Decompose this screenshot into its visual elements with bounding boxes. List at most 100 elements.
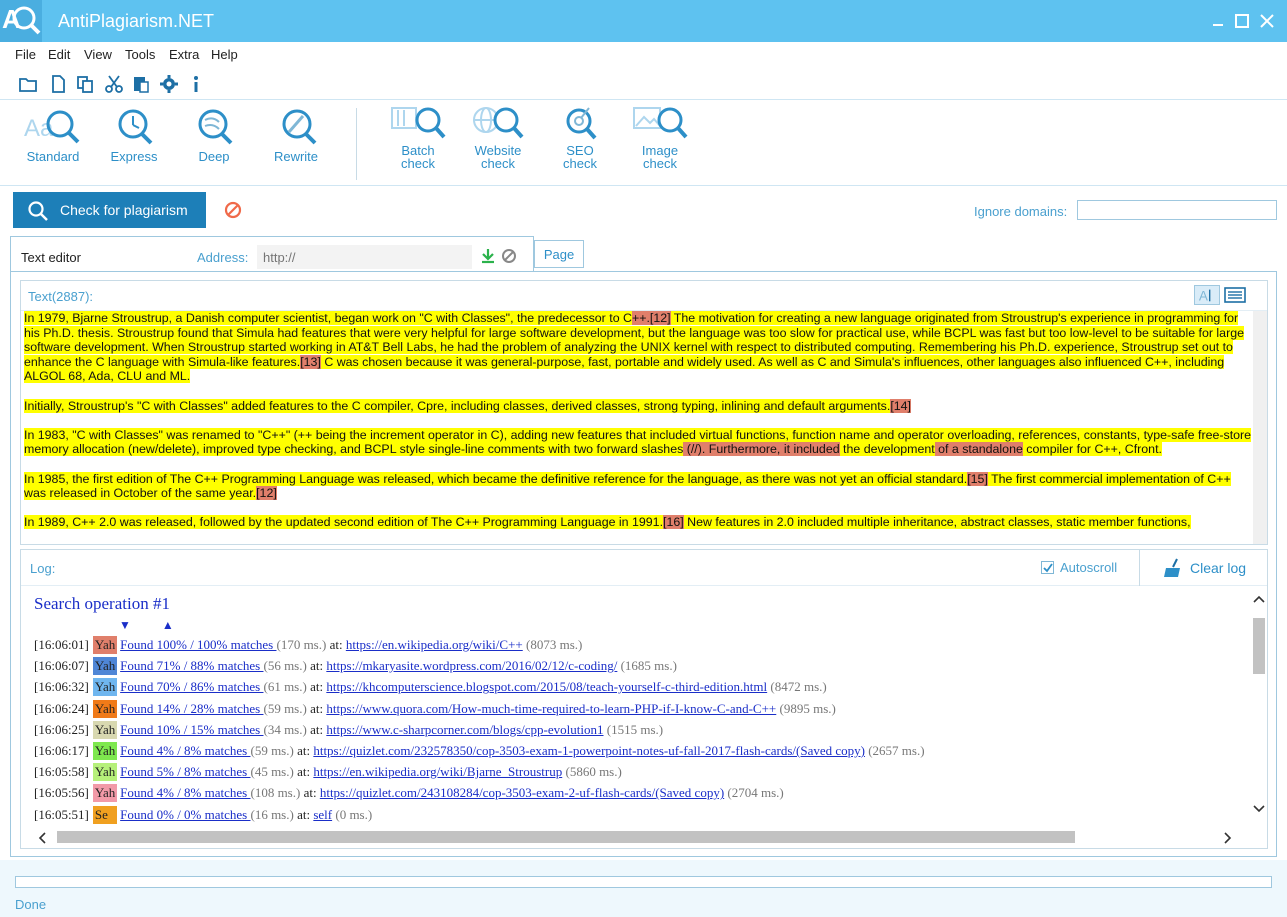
log-header: Log: Autoscroll Clear log xyxy=(21,550,1267,586)
editor-text[interactable]: In 1979, Bjarne Stroustrup, a Danish com… xyxy=(24,311,1252,544)
match-result-link[interactable]: Found 70% / 86% matches xyxy=(120,679,263,694)
match-result-link[interactable]: Found 14% / 28% matches xyxy=(120,701,263,716)
website-label-2: check xyxy=(481,156,515,171)
editor-paragraph: In 1983, "C with Classes" was renamed to… xyxy=(24,427,1252,457)
log-row: [16:06:25] Yah Found 10% / 15% matches (3… xyxy=(34,720,663,741)
open-folder-icon[interactable] xyxy=(18,74,38,94)
stop-icon[interactable] xyxy=(224,201,242,219)
highlighted-text-segment: compiler for C++, Cfront. xyxy=(1022,442,1162,457)
text-view-icon[interactable]: A xyxy=(1194,285,1220,305)
log-row: [16:06:17] Yah Found 4% / 8% matches (59 … xyxy=(34,742,925,762)
scroll-down-icon[interactable] xyxy=(1253,804,1265,814)
maximize-icon[interactable] xyxy=(1233,12,1251,30)
text-editor: Text(2887): A In 1979, Bjarne Stroustrup… xyxy=(20,280,1268,545)
matched-text-segment: [14] xyxy=(890,398,911,413)
at-label: at: xyxy=(306,721,327,737)
batch-check-icon xyxy=(391,107,446,139)
source-url-link[interactable]: https://www.quora.com/How-much-time-requ… xyxy=(326,701,776,716)
log-row: [16:06:01] Yah Found 100% / 100% matches … xyxy=(34,636,582,656)
source-url-link[interactable]: https://en.wikipedia.org/wiki/Bjarne_Str… xyxy=(313,764,562,779)
at-label: at: xyxy=(293,806,314,822)
download-duration: (1685 ms.) xyxy=(620,658,677,674)
log-horizontal-scrollbar[interactable] xyxy=(33,828,1251,846)
log-row: [16:06:07] Yah Found 71% / 88% matches (5… xyxy=(34,657,677,677)
editor-scrollbar[interactable] xyxy=(1253,311,1267,544)
source-url-link[interactable]: https://www.c-sharpcorner.com/blogs/cpp-… xyxy=(326,722,603,737)
list-view-icon[interactable] xyxy=(1222,285,1248,305)
match-result-link[interactable]: Found 4% / 8% matches xyxy=(120,785,250,800)
deep-check-button[interactable]: Deep xyxy=(188,106,240,163)
log-row: [16:05:56] Yah Found 4% / 8% matches (108… xyxy=(34,784,784,804)
svg-text:A: A xyxy=(1199,288,1208,303)
at-label: at: xyxy=(306,700,327,716)
image-check-button[interactable]: Image check xyxy=(630,104,690,170)
rewrite-check-button[interactable]: Rewrite xyxy=(268,106,324,163)
settings-gear-icon[interactable] xyxy=(159,74,179,94)
scroll-up-icon[interactable] xyxy=(1253,594,1265,604)
match-duration: (56 ms.) xyxy=(263,658,307,674)
match-result-link[interactable]: Found 4% / 8% matches xyxy=(120,743,250,758)
new-document-icon[interactable] xyxy=(48,74,68,94)
source-url-link[interactable]: https://quizlet.com/243108284/cop-3503-e… xyxy=(320,785,724,800)
express-check-button[interactable]: Express xyxy=(104,106,164,163)
copy-icon[interactable] xyxy=(75,74,95,94)
minimize-icon[interactable] xyxy=(1209,12,1227,30)
match-result-link[interactable]: Found 71% / 88% matches xyxy=(120,658,263,673)
log-vertical-scrollbar[interactable] xyxy=(1251,590,1267,828)
match-result-link[interactable]: Found 10% / 15% matches xyxy=(120,722,263,737)
highlighted-text-segment: In 1985, the first edition of The C++ Pr… xyxy=(24,471,968,486)
search-icon xyxy=(28,201,48,221)
seo-label-2: check xyxy=(563,156,597,171)
website-check-button[interactable]: Website check xyxy=(468,104,528,170)
scroll-right-icon[interactable] xyxy=(1223,832,1233,844)
batch-check-button[interactable]: Batch check xyxy=(388,104,448,170)
sort-arrows[interactable]: ▼ ▲ xyxy=(119,618,188,633)
match-duration: (16 ms.) xyxy=(250,806,294,822)
close-icon[interactable] xyxy=(1258,12,1276,30)
cancel-icon[interactable] xyxy=(501,248,517,264)
menu-file[interactable]: File xyxy=(15,47,36,62)
match-result-link[interactable]: Found 0% / 0% matches xyxy=(120,807,250,822)
autoscroll-checkbox[interactable]: Autoscroll xyxy=(1041,560,1117,575)
paste-icon[interactable] xyxy=(131,74,151,94)
matched-text-segment: [16] xyxy=(663,515,684,530)
matched-text-segment: [15] xyxy=(967,471,988,486)
scroll-left-icon[interactable] xyxy=(37,832,47,844)
log-label: Log: xyxy=(30,561,56,576)
menu-view[interactable]: View xyxy=(84,47,112,62)
menu-help[interactable]: Help xyxy=(211,47,238,62)
search-engine-badge: Yah xyxy=(92,720,117,739)
match-result-link[interactable]: Found 5% / 8% matches xyxy=(120,764,250,779)
download-duration: (2657 ms.) xyxy=(868,743,925,758)
source-url-link[interactable]: https://quizlet.com/232578350/cop-3503-e… xyxy=(313,743,865,758)
log-row: [16:06:24] Yah Found 14% / 28% matches (5… xyxy=(34,699,836,720)
menu-edit[interactable]: Edit xyxy=(48,47,70,62)
seo-check-button[interactable]: SEO check xyxy=(555,104,605,170)
standard-check-button[interactable]: Aa Standard xyxy=(20,106,86,163)
ignore-domains-input[interactable] xyxy=(1077,200,1277,220)
log-row: [16:05:58] Yah Found 5% / 8% matches (45 … xyxy=(34,763,622,783)
match-result-link[interactable]: Found 100% / 100% matches xyxy=(120,637,276,652)
source-url-link[interactable]: https://mkaryasite.wordpress.com/2016/02… xyxy=(326,658,617,673)
menu-tools[interactable]: Tools xyxy=(125,47,155,62)
info-icon[interactable] xyxy=(186,74,206,94)
log-hscroll-thumb[interactable] xyxy=(57,831,1075,843)
tab-page[interactable]: Page xyxy=(534,240,584,268)
check-for-plagiarism-button[interactable]: Check for plagiarism xyxy=(13,192,206,228)
download-icon[interactable] xyxy=(480,248,496,264)
clear-log-button[interactable]: Clear log xyxy=(1139,550,1269,586)
download-duration: (8073 ms.) xyxy=(526,637,583,652)
source-url-link[interactable]: self xyxy=(313,807,332,822)
menu-extra[interactable]: Extra xyxy=(169,47,199,62)
highlighted-text-segment: Initially, Stroustrup's "C with Classes"… xyxy=(24,398,891,413)
download-duration: (2704 ms.) xyxy=(727,785,784,801)
source-url-link[interactable]: https://en.wikipedia.org/wiki/C++ xyxy=(346,637,523,652)
log-scroll-thumb[interactable] xyxy=(1253,618,1265,674)
address-input[interactable] xyxy=(257,245,472,269)
cut-icon[interactable] xyxy=(104,74,124,94)
log-row: [16:06:32] Yah Found 70% / 86% matches (6… xyxy=(34,678,827,698)
source-url-link[interactable]: https://khcomputerscience.blogspot.com/2… xyxy=(326,679,767,694)
tab-text-editor[interactable]: Text editor Address: xyxy=(10,236,534,272)
status-bar xyxy=(0,860,1287,917)
log-time: [16:05:58] xyxy=(34,764,89,780)
